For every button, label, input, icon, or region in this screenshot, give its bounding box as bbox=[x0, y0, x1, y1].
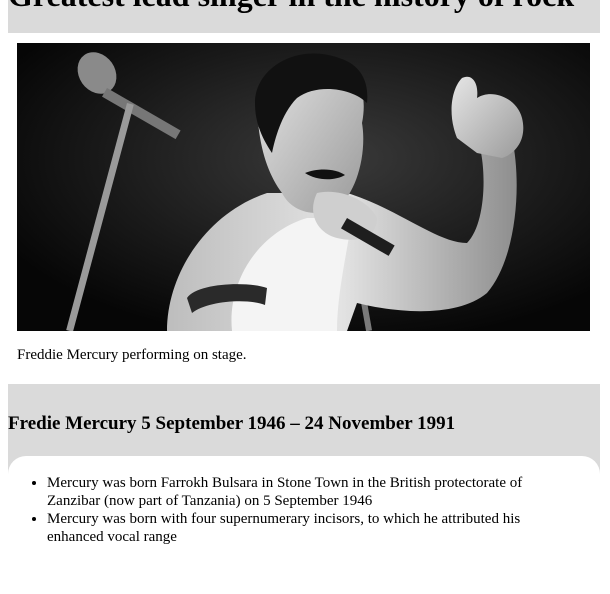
singer-photo bbox=[17, 43, 590, 331]
page: Greatest lead singer in the history of r… bbox=[0, 0, 610, 594]
facts-list: Mercury was born Farrokh Bulsara in Ston… bbox=[8, 474, 562, 544]
list-item: Mercury was born Farrokh Bulsara in Ston… bbox=[47, 474, 562, 510]
title-banner: Greatest lead singer in the history of r… bbox=[8, 0, 600, 33]
page-title: Greatest lead singer in the history of r… bbox=[8, 0, 574, 15]
list-item: Mercury was born with four supernumerary… bbox=[47, 510, 562, 544]
facts-card: Mercury was born Farrokh Bulsara in Ston… bbox=[8, 456, 600, 544]
bio-section: Fredie Mercury 5 September 1946 – 24 Nov… bbox=[8, 384, 600, 544]
photo-caption: Freddie Mercury performing on stage. bbox=[17, 347, 247, 363]
bio-heading: Fredie Mercury 5 September 1946 – 24 Nov… bbox=[8, 413, 456, 434]
